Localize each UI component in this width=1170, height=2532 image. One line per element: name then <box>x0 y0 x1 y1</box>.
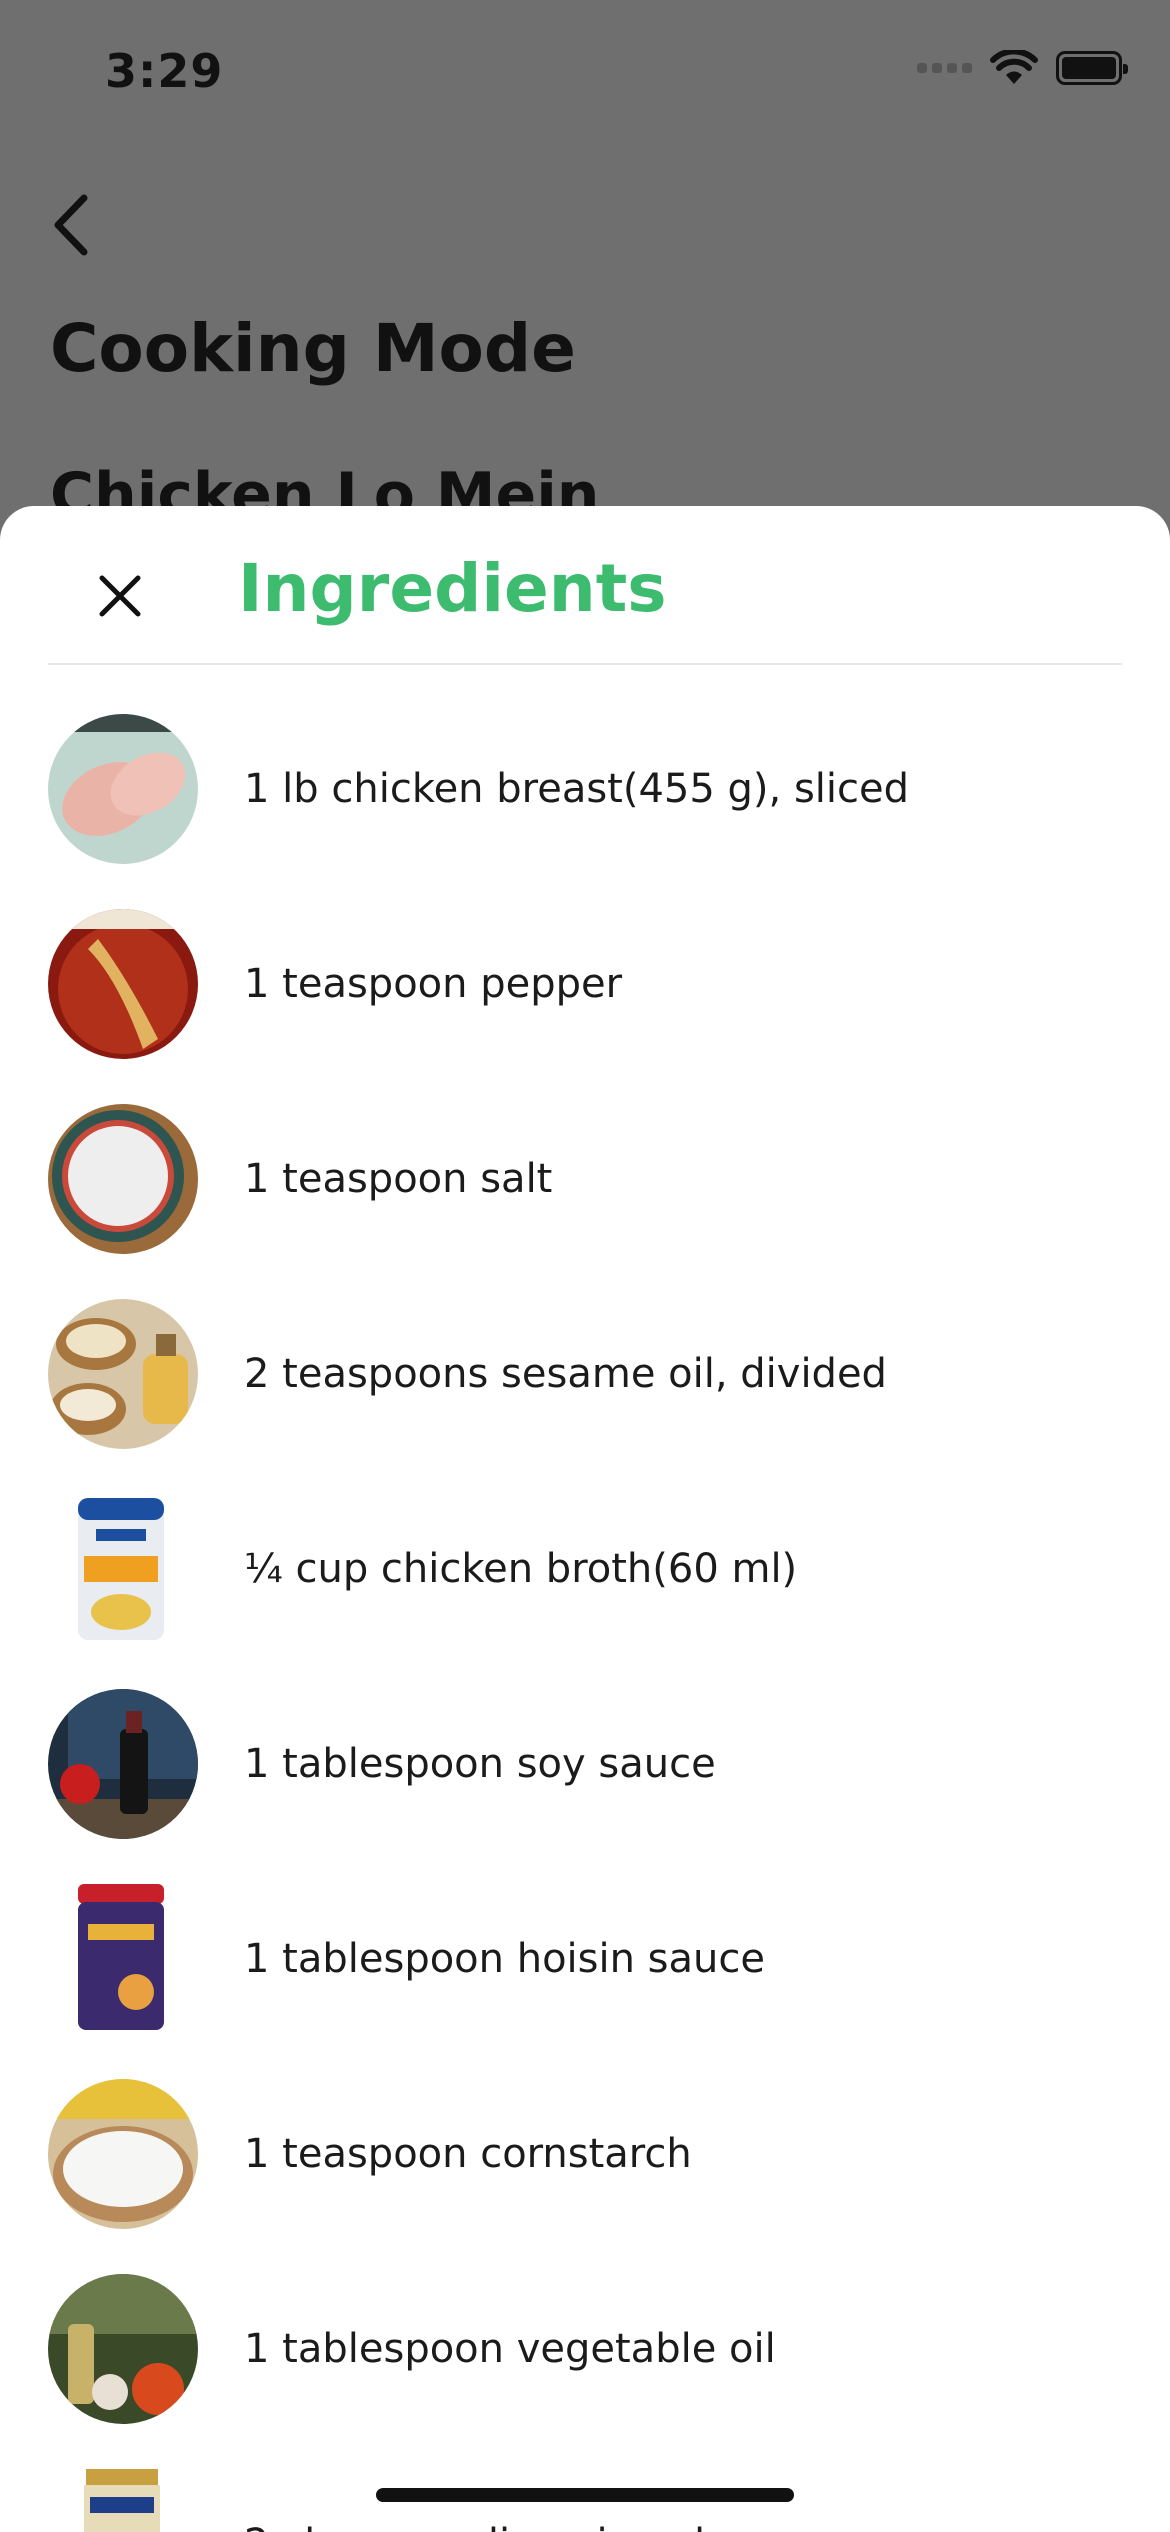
back-chevron-icon[interactable] <box>44 190 104 260</box>
status-icons <box>917 50 1128 86</box>
status-time: 3:29 <box>105 44 224 98</box>
ingredient-text: 2 cloves garlic, minced <box>244 2521 705 2532</box>
ingredient-item: 1 lb chicken breast(455 g), sliced <box>0 691 1170 886</box>
ingredient-text: 2 teaspoons sesame oil, divided <box>244 1350 887 1397</box>
salt-photo <box>48 1103 198 1254</box>
ingredient-text: 1 teaspoon pepper <box>244 960 623 1007</box>
wifi-icon <box>990 50 1038 84</box>
vegetable-oil-photo <box>48 2273 198 2424</box>
ingredient-text: ¼ cup chicken broth(60 ml) <box>244 1545 798 1592</box>
pepper-photo <box>48 908 198 1059</box>
ingredients-sheet: Ingredients 1 lb chicken breast(455 g), … <box>0 506 1170 2532</box>
ingredient-item: 1 tablespoon soy sauce <box>0 1666 1170 1861</box>
soy-sauce-photo <box>48 1688 198 1839</box>
home-indicator[interactable] <box>376 2488 794 2502</box>
sesame-oil-photo <box>48 1298 198 1449</box>
ingredient-item: 2 teaspoons sesame oil, divided <box>0 1276 1170 1471</box>
ingredient-item: 1 tablespoon vegetable oil <box>0 2251 1170 2446</box>
chicken-broth-can-photo <box>48 1493 198 1644</box>
sheet-header: Ingredients <box>0 506 1170 664</box>
ingredient-item: 1 teaspoon salt <box>0 1081 1170 1276</box>
ingredient-text: 1 lb chicken breast(455 g), sliced <box>244 765 909 812</box>
ingredient-text: 1 teaspoon cornstarch <box>244 2130 692 2177</box>
chicken-breast-photo <box>48 713 198 864</box>
header-divider <box>48 663 1122 665</box>
ingredient-text: 1 tablespoon hoisin sauce <box>244 1935 765 1982</box>
hoisin-sauce-jar-photo <box>48 1883 198 2034</box>
minced-garlic-jar-photo <box>48 2468 198 2532</box>
ingredient-item: 1 tablespoon hoisin sauce <box>0 1861 1170 2056</box>
ingredient-item: ¼ cup chicken broth(60 ml) <box>0 1471 1170 1666</box>
page-title: Cooking Mode <box>50 310 576 387</box>
close-icon[interactable] <box>84 560 156 632</box>
screen: 3:29 Cooking Mode Chicken Lo Mein Ingred… <box>0 0 1170 2532</box>
ingredient-item: 1 teaspoon cornstarch <box>0 2056 1170 2251</box>
ingredient-list: 1 lb chicken breast(455 g), sliced 1 tea… <box>0 691 1170 2532</box>
battery-icon <box>1056 51 1128 85</box>
ingredient-text: 1 teaspoon salt <box>244 1155 553 1202</box>
ingredient-text: 1 tablespoon soy sauce <box>244 1740 716 1787</box>
ingredient-item: 1 teaspoon pepper <box>0 886 1170 1081</box>
cornstarch-photo <box>48 2078 198 2229</box>
ingredient-text: 1 tablespoon vegetable oil <box>244 2325 776 2372</box>
sheet-title: Ingredients <box>238 550 667 627</box>
cellular-signal-icon <box>917 63 972 73</box>
